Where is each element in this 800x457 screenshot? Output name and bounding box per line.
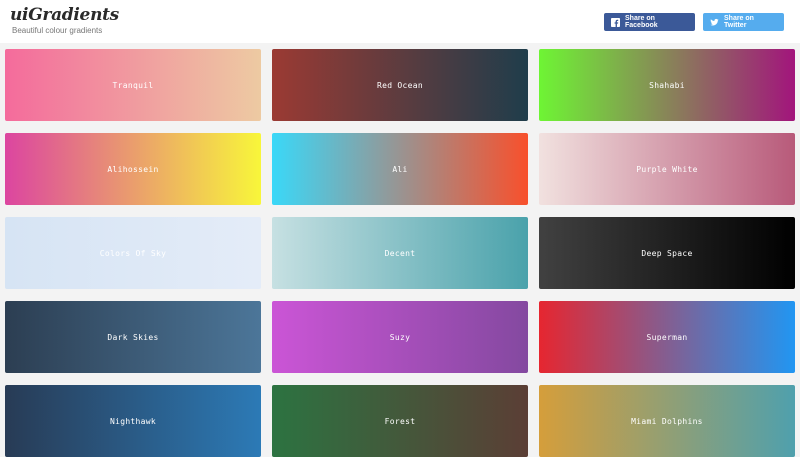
site-logo[interactable]: uiGradients xyxy=(10,5,119,25)
gradient-card[interactable]: Red Ocean xyxy=(272,49,528,121)
gradient-card[interactable]: Purple White xyxy=(539,133,795,205)
gradient-name: Dark Skies xyxy=(107,332,159,342)
gradient-name: Suzy xyxy=(389,332,411,342)
gradient-card[interactable]: Alihossein xyxy=(5,133,261,205)
share-facebook-label: Share on Facebook xyxy=(625,15,658,29)
gradient-name: Forest xyxy=(384,416,416,426)
gradient-card[interactable]: Miami Dolphins xyxy=(539,385,795,457)
gradient-name: Superman xyxy=(646,332,688,342)
gradient-name: Purple White xyxy=(636,164,698,174)
gradient-name: Colors Of Sky xyxy=(99,248,167,258)
share-facebook-button[interactable]: Share on Facebook xyxy=(604,13,695,31)
gradient-name: Shahabi xyxy=(649,80,685,90)
gradient-card[interactable]: Suzy xyxy=(272,301,528,373)
gradient-name: Decent xyxy=(384,248,416,258)
gradient-card[interactable]: Colors Of Sky xyxy=(5,217,261,289)
gradient-name: Alihossein xyxy=(107,164,159,174)
share-twitter-label: Share on Twitter xyxy=(724,15,754,29)
facebook-icon xyxy=(611,17,620,27)
gradient-card[interactable]: Decent xyxy=(272,217,528,289)
gradient-card[interactable]: Forest xyxy=(272,385,528,457)
gradient-card[interactable]: Tranquil xyxy=(5,49,261,121)
gradient-grid: Tranquil Red Ocean Shahabi Alihossein Al… xyxy=(5,49,795,457)
gradient-name: Nighthawk xyxy=(109,416,157,426)
gradient-card[interactable]: Superman xyxy=(539,301,795,373)
gradient-name: Ali xyxy=(392,164,408,174)
gradient-name: Tranquil xyxy=(112,80,154,90)
top-header: uiGradients Beautiful colour gradients S… xyxy=(0,0,800,43)
gradient-card[interactable]: Nighthawk xyxy=(5,385,261,457)
share-twitter-button[interactable]: Share on Twitter xyxy=(703,13,784,31)
gradient-card[interactable]: Deep Space xyxy=(539,217,795,289)
gradient-card[interactable]: Ali xyxy=(272,133,528,205)
gradient-name: Red Ocean xyxy=(376,80,424,90)
gradient-card[interactable]: Shahabi xyxy=(539,49,795,121)
gradient-card[interactable]: Dark Skies xyxy=(5,301,261,373)
gradient-name: Deep Space xyxy=(641,248,693,258)
site-tagline: Beautiful colour gradients xyxy=(12,26,103,35)
gradient-name: Miami Dolphins xyxy=(631,416,703,426)
twitter-icon xyxy=(710,18,719,27)
